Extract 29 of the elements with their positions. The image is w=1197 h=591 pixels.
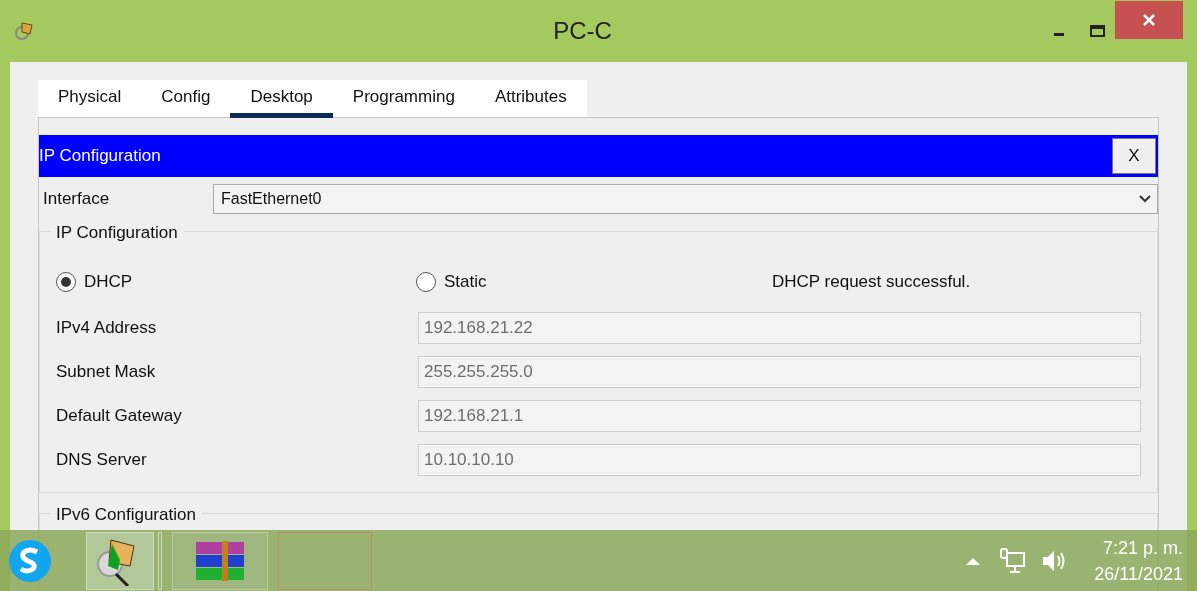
window-title: PC-C: [552, 16, 613, 46]
interface-label: Interface: [42, 188, 111, 211]
tab[interactable]: Physical: [38, 80, 142, 118]
input-field[interactable]: 192.168.21.22: [418, 312, 1141, 344]
interface-dropdown[interactable]: FastEthernet0: [213, 184, 1158, 214]
field-label: IPv4 Address: [56, 317, 158, 340]
tab[interactable]: Programming: [332, 80, 475, 118]
field-label: DNS Server: [56, 449, 148, 472]
input-field[interactable]: 255.255.255.0: [418, 356, 1141, 388]
field-label: Subnet Mask: [56, 361, 157, 384]
clock-time: 7:21 p. m.: [1102, 536, 1183, 560]
radio-label: Static: [444, 271, 487, 294]
panel-title: IP Configuration: [39, 145, 161, 168]
radio-label: DHCP: [84, 271, 133, 294]
input-field[interactable]: 10.10.10.10: [418, 444, 1141, 476]
close-button[interactable]: X: [1112, 138, 1156, 174]
field-label: Default Gateway: [56, 405, 183, 428]
close-icon: [1143, 14, 1155, 26]
input-field[interactable]: 192.168.21.1: [418, 400, 1141, 432]
chevron-icon: [1139, 195, 1151, 203]
app-icon: [14, 20, 36, 42]
radio-button[interactable]: [416, 272, 436, 292]
tab[interactable]: Attributes: [474, 80, 587, 118]
taskbar-button[interactable]: [172, 531, 268, 590]
status-text: DHCP request successful.: [772, 271, 971, 294]
clock-date: 26/11/2021: [1094, 562, 1183, 586]
tab[interactable]: Config: [141, 80, 231, 118]
radio-button[interactable]: [56, 272, 76, 292]
taskbar-button[interactable]: [86, 531, 154, 590]
